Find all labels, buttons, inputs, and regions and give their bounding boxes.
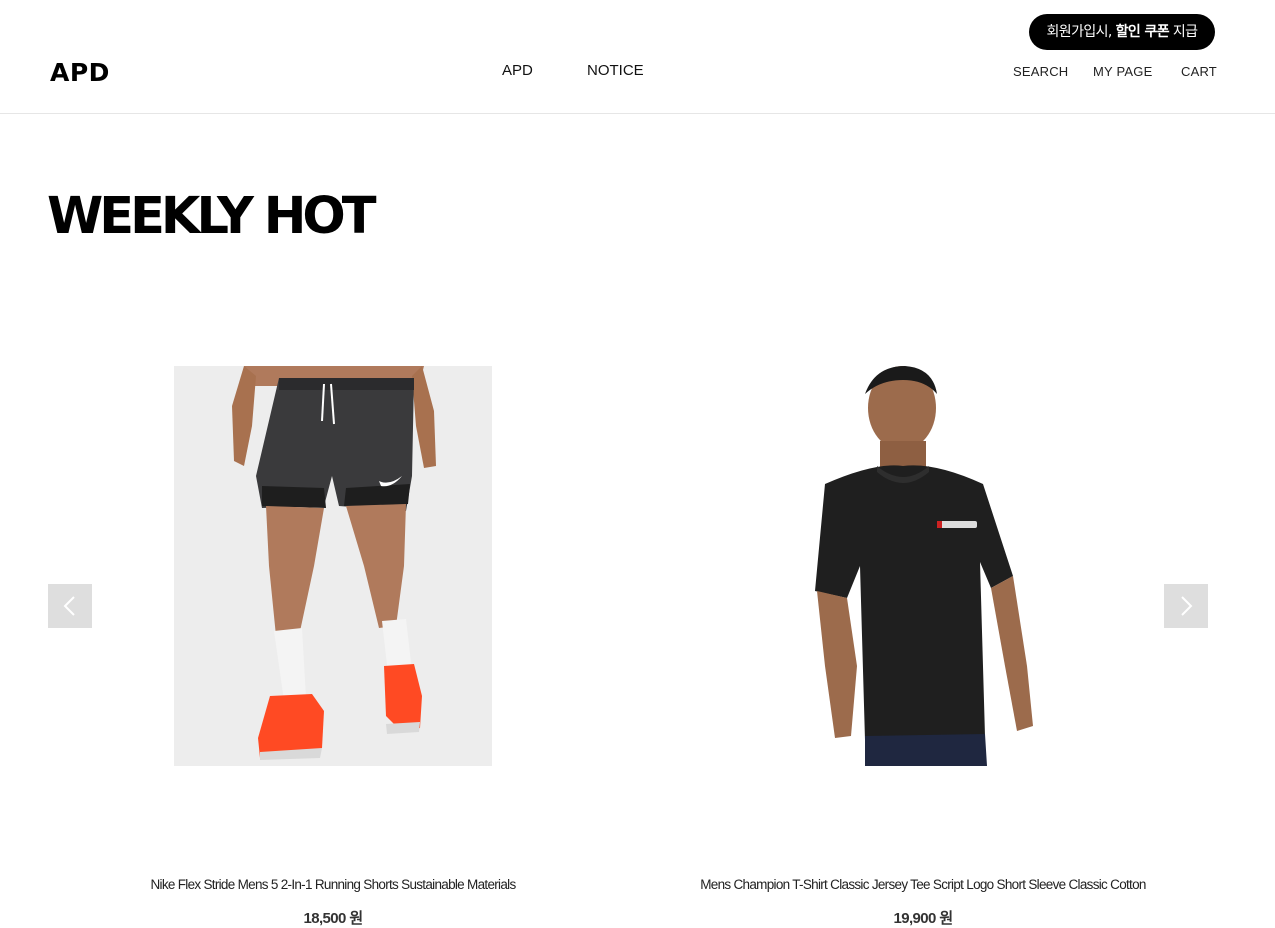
product-name[interactable]: Mens Champion T-Shirt Classic Jersey Tee…: [663, 877, 1183, 892]
nav-item-notice[interactable]: NOTICE: [587, 62, 644, 80]
product-price: 18,500 원: [303, 910, 363, 927]
nav-item-apd[interactable]: APD: [502, 62, 533, 80]
signup-coupon-banner[interactable]: 회원가입시, 할인 쿠폰 지급: [1029, 14, 1215, 50]
search-link[interactable]: SEARCH: [1013, 64, 1068, 80]
site-header: APD 회원가입시, 할인 쿠폰 지급 APD NOTICE SEARCH MY…: [0, 0, 1275, 114]
black-tshirt-photo[interactable]: [765, 366, 1083, 766]
site-logo[interactable]: APD: [50, 58, 110, 88]
cart-link[interactable]: CART: [1181, 64, 1217, 80]
product-price: 19,900 원: [893, 910, 953, 927]
product-card[interactable]: Mens Champion T-Shirt Classic Jersey Tee…: [663, 366, 1183, 927]
promo-suffix: 지급: [1169, 24, 1198, 40]
product-card[interactable]: Nike Flex Stride Mens 5 2-In-1 Running S…: [73, 366, 593, 927]
running-shorts-photo[interactable]: [174, 366, 492, 766]
section-title: WEEKLY HOT: [47, 187, 377, 246]
promo-prefix: 회원가입시,: [1046, 24, 1116, 40]
product-name[interactable]: Nike Flex Stride Mens 5 2-In-1 Running S…: [73, 877, 593, 892]
promo-highlight: 할인 쿠폰: [1115, 24, 1170, 40]
my-page-link[interactable]: MY PAGE: [1093, 64, 1152, 80]
